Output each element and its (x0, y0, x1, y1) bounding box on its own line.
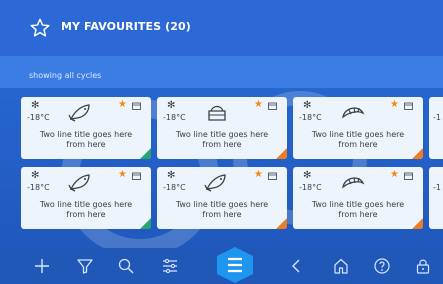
calendar-icon (404, 102, 413, 110)
fish-icon (68, 104, 90, 122)
snowflake-icon: ✻ (303, 100, 312, 111)
category-corner-marker (140, 148, 151, 159)
search-icon[interactable] (117, 257, 135, 275)
calendar-icon (268, 102, 277, 110)
bottom-nav (0, 246, 443, 284)
home-icon[interactable] (332, 257, 350, 275)
add-icon[interactable] (33, 257, 51, 275)
recipe-card-partial[interactable]: -1 (429, 167, 443, 229)
header-bar: MY FAVOURITES (20) (0, 0, 443, 56)
card-temperature: -1 (433, 183, 441, 192)
fish-icon (68, 174, 90, 192)
card-title: Two line title goes here from here (39, 200, 133, 219)
card-title: Two line title goes here from here (39, 130, 133, 149)
favourite-star-icon[interactable]: ★ (118, 99, 127, 110)
recipe-card[interactable]: ✻ -18°C ★ Two line title goes here from h… (21, 97, 151, 159)
category-corner-marker (412, 148, 423, 159)
card-temperature: -18°C (27, 183, 50, 192)
snowflake-icon: ✻ (303, 170, 312, 181)
lock-icon[interactable] (414, 257, 432, 275)
snowflake-icon: ✻ (167, 100, 176, 111)
calendar-icon (132, 102, 141, 110)
recipe-card[interactable]: ✻ -18°C ★ Two line title goes here from h… (21, 167, 151, 229)
recipe-card-partial[interactable]: -1 (429, 97, 443, 159)
star-outline-icon[interactable] (29, 17, 51, 39)
filter-icon[interactable] (76, 257, 94, 275)
calendar-icon (404, 172, 413, 180)
fish-icon (204, 174, 226, 192)
menu-icon[interactable] (215, 246, 255, 284)
card-temperature: -18°C (299, 113, 322, 122)
favourite-star-icon[interactable]: ★ (254, 169, 263, 180)
filter-bar: showing all cycles (0, 56, 443, 88)
favourite-star-icon[interactable]: ★ (254, 99, 263, 110)
category-corner-marker (140, 218, 151, 229)
card-title: Two line title goes here from here (311, 130, 405, 149)
category-corner-marker (412, 218, 423, 229)
page-title: MY FAVOURITES (20) (61, 20, 191, 33)
croissant-icon (342, 177, 365, 189)
card-title: Two line title goes here from here (311, 200, 405, 219)
snowflake-icon: ✻ (31, 100, 40, 111)
recipe-card[interactable]: ✻ -18°C ★ Two line title goes here from h… (157, 167, 287, 229)
settings-sliders-icon[interactable] (161, 257, 179, 275)
card-title: Two line title goes here from here (175, 130, 269, 149)
recipe-card[interactable]: ✻ -18°C ★ Two line title goes here from h… (293, 97, 423, 159)
favourite-star-icon[interactable]: ★ (118, 169, 127, 180)
category-corner-marker (276, 148, 287, 159)
card-title: Two line title goes here from here (175, 200, 269, 219)
cake-icon (208, 105, 226, 121)
recipe-card[interactable]: ✻ -18°C ★ Two line title goes here from h… (293, 167, 423, 229)
calendar-icon (268, 172, 277, 180)
card-temperature: -18°C (27, 113, 50, 122)
card-temperature: -18°C (163, 183, 186, 192)
filter-status-text: showing all cycles (29, 71, 102, 80)
help-icon[interactable] (373, 257, 391, 275)
croissant-icon (342, 107, 365, 119)
category-corner-marker (276, 218, 287, 229)
calendar-icon (132, 172, 141, 180)
snowflake-icon: ✻ (31, 170, 40, 181)
card-temperature: -18°C (163, 113, 186, 122)
back-icon[interactable] (288, 257, 306, 275)
favourite-star-icon[interactable]: ★ (390, 99, 399, 110)
card-temperature: -1 (433, 113, 441, 122)
card-temperature: -18°C (299, 183, 322, 192)
recipe-card[interactable]: ✻ -18°C ★ Two line title goes here from h… (157, 97, 287, 159)
snowflake-icon: ✻ (167, 170, 176, 181)
favourite-star-icon[interactable]: ★ (390, 169, 399, 180)
app-window: MY FAVOURITES (20) showing all cycles ✻ … (0, 0, 443, 284)
